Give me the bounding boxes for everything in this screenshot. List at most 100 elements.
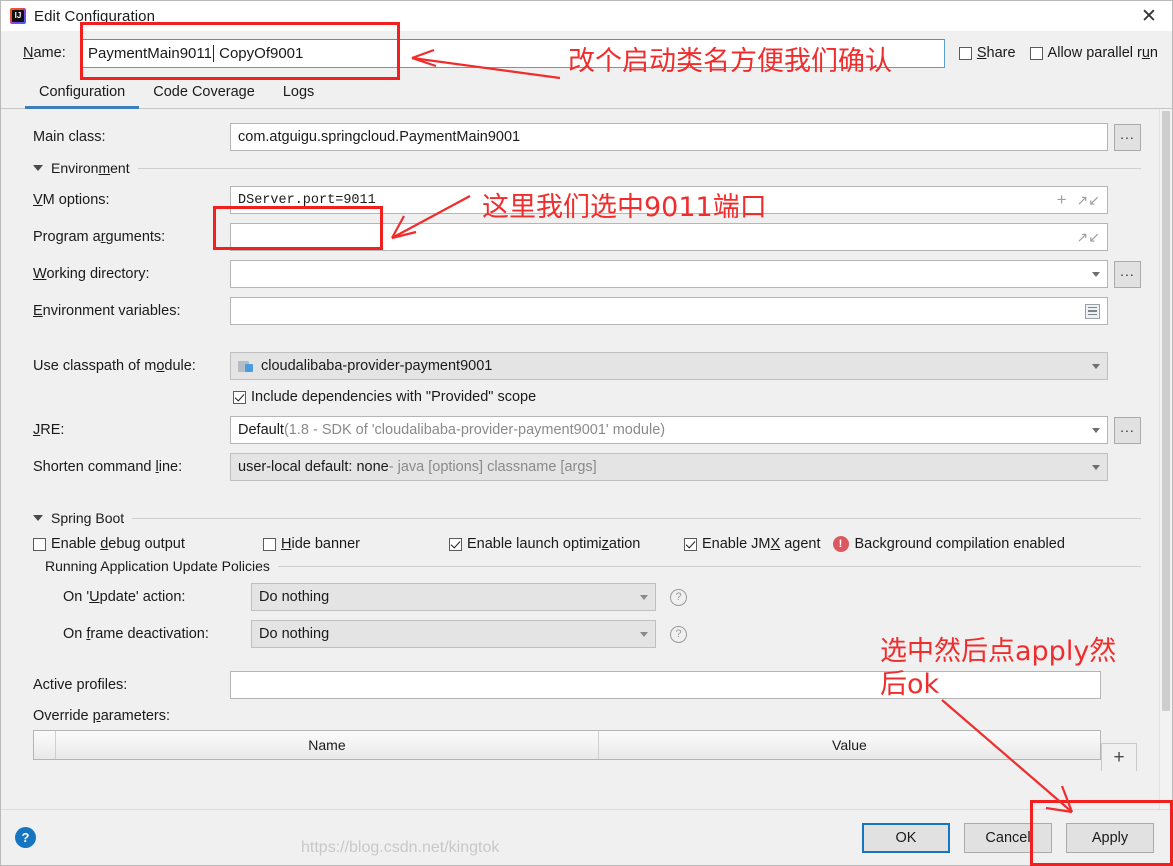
column-header-value: Value bbox=[598, 731, 1100, 759]
chevron-down-icon[interactable] bbox=[1092, 464, 1100, 470]
add-parameter-button[interactable]: + bbox=[1101, 743, 1137, 771]
vm-options-row: VM options: DServer.port=9011 + ↗↙ bbox=[33, 186, 1141, 214]
include-dependencies-label: Include dependencies with "Provided" sco… bbox=[251, 389, 537, 405]
classpath-field-icons bbox=[1084, 363, 1100, 369]
list-icon[interactable] bbox=[1085, 303, 1100, 319]
close-icon[interactable]: ✕ bbox=[1126, 1, 1172, 31]
chevron-down-icon[interactable] bbox=[1092, 363, 1100, 369]
on-frame-deactivation-label: On frame deactivation: bbox=[63, 626, 209, 642]
enable-jmx-agent-label: Enable JMX agent bbox=[702, 536, 821, 552]
hide-banner-checkbox[interactable]: Hide banner bbox=[263, 536, 449, 552]
chevron-down-icon[interactable] bbox=[1092, 427, 1100, 433]
spring-boot-section-header[interactable]: Spring Boot bbox=[33, 510, 1141, 526]
enable-debug-output-checkbox[interactable]: Enable debug output bbox=[33, 536, 263, 552]
enable-launch-optimization-checkbox[interactable]: Enable launch optimization bbox=[449, 536, 684, 552]
share-checkbox[interactable]: Share bbox=[958, 45, 1016, 61]
main-class-browse-button[interactable]: ... bbox=[1114, 123, 1141, 151]
name-label: Name: bbox=[23, 45, 66, 61]
separator-line bbox=[277, 565, 1141, 567]
allow-parallel-run-checkbox[interactable]: Allow parallel run bbox=[1029, 45, 1158, 61]
help-icon[interactable]: ? bbox=[15, 827, 36, 848]
watermark-text: https://blog.csdn.net/kingtok bbox=[301, 839, 500, 856]
background-compilation-label: Background compilation enabled bbox=[854, 536, 1065, 552]
program-arguments-field-icons: ↗↙ bbox=[1069, 229, 1100, 246]
active-profiles-input[interactable] bbox=[230, 671, 1101, 699]
help-icon[interactable]: ? bbox=[670, 588, 687, 606]
running-application-update-policies-group: Running Application Update Policies On '… bbox=[33, 558, 1141, 657]
plus-icon[interactable]: + bbox=[1057, 191, 1067, 208]
jre-value-detail: (1.8 - SDK of 'cloudalibaba-provider-pay… bbox=[283, 422, 666, 438]
checkbox-box bbox=[684, 537, 697, 551]
main-class-value: com.atguigu.springcloud.PaymentMain9001 bbox=[238, 129, 521, 145]
environment-variables-input[interactable] bbox=[230, 297, 1108, 325]
main-class-row: Main class: com.atguigu.springcloud.Paym… bbox=[33, 123, 1141, 151]
tab-bar: Configuration Code Coverage Logs bbox=[1, 75, 1172, 109]
tab-logs[interactable]: Logs bbox=[269, 84, 328, 108]
window-title: Edit Configuration bbox=[34, 7, 156, 25]
on-frame-deactivation-row: On frame deactivation: Do nothing ? bbox=[33, 620, 1141, 648]
override-parameters-label: Override parameters: bbox=[33, 708, 171, 724]
chevron-down-icon bbox=[33, 165, 43, 171]
name-row-options: Share Allow parallel run bbox=[958, 45, 1158, 61]
apply-button[interactable]: Apply bbox=[1066, 822, 1154, 853]
use-classpath-of-module-combobox[interactable]: cloudalibaba-provider-payment9001 bbox=[230, 352, 1108, 380]
jre-combobox[interactable]: Default (1.8 - SDK of 'cloudalibaba-prov… bbox=[230, 416, 1108, 444]
vm-options-value: DServer.port=9011 bbox=[238, 192, 376, 208]
shorten-command-line-value-detail: - java [options] classname [args] bbox=[388, 459, 597, 475]
program-arguments-input[interactable]: ↗↙ bbox=[230, 223, 1108, 251]
program-arguments-label: Program arguments: bbox=[33, 229, 166, 245]
spring-boot-checkbox-row: Enable debug output Hide banner Enable l… bbox=[33, 536, 1141, 552]
warning-icon: ! bbox=[832, 536, 849, 552]
working-directory-input[interactable] bbox=[230, 260, 1108, 288]
include-dependencies-checkbox[interactable]: Include dependencies with "Provided" sco… bbox=[233, 389, 536, 405]
edit-configuration-dialog: IJ Edit Configuration ✕ Name: PaymentMai… bbox=[0, 0, 1173, 866]
override-parameters-table: Name Value bbox=[33, 730, 1101, 760]
intellij-idea-logo-icon: IJ bbox=[10, 8, 26, 24]
working-directory-browse-button[interactable]: ... bbox=[1114, 260, 1141, 288]
on-update-action-combobox[interactable]: Do nothing bbox=[251, 583, 656, 611]
separator-line bbox=[137, 167, 1141, 169]
chevron-down-icon[interactable] bbox=[1092, 271, 1100, 277]
name-value-after-caret: CopyOf9001 bbox=[214, 44, 304, 62]
tab-configuration[interactable]: Configuration bbox=[25, 84, 140, 109]
on-update-action-value: Do nothing bbox=[259, 589, 330, 605]
checkbox-box bbox=[33, 537, 46, 551]
vertical-scrollbar[interactable] bbox=[1159, 109, 1172, 809]
checkbox-box bbox=[263, 537, 276, 551]
footer-buttons: OK Cancel Apply bbox=[862, 822, 1154, 853]
scrollbar-thumb[interactable] bbox=[1162, 111, 1170, 711]
column-header-name: Name bbox=[56, 731, 599, 759]
shorten-field-icons bbox=[1084, 464, 1100, 470]
main-class-input[interactable]: com.atguigu.springcloud.PaymentMain9001 bbox=[230, 123, 1108, 151]
cancel-button[interactable]: Cancel bbox=[964, 822, 1052, 853]
vm-options-input[interactable]: DServer.port=9011 + ↗↙ bbox=[230, 186, 1108, 214]
enable-jmx-agent-checkbox[interactable]: Enable JMX agent bbox=[684, 536, 821, 552]
name-row: Name: PaymentMain9011 CopyOf9001 Share A… bbox=[1, 31, 1172, 75]
tab-code-coverage[interactable]: Code Coverage bbox=[139, 84, 269, 108]
expand-icon[interactable]: ↗↙ bbox=[1077, 192, 1100, 209]
shorten-command-line-label: Shorten command line: bbox=[33, 459, 183, 475]
on-update-action-label: On 'Update' action: bbox=[63, 589, 186, 605]
working-directory-label: Working directory: bbox=[33, 266, 150, 282]
use-classpath-of-module-row: Use classpath of module: cloudalibaba-pr… bbox=[33, 352, 1141, 380]
jre-value: Default bbox=[238, 422, 284, 438]
dialog-footer: ? https://blog.csdn.net/kingtok OK Cance… bbox=[1, 809, 1172, 865]
chevron-down-icon bbox=[640, 631, 648, 637]
on-update-action-row: On 'Update' action: Do nothing ? bbox=[33, 583, 1141, 611]
shorten-command-line-combobox[interactable]: user-local default: none - java [options… bbox=[230, 453, 1108, 481]
jre-browse-button[interactable]: ... bbox=[1114, 416, 1141, 444]
program-arguments-row: Program arguments: ↗↙ bbox=[33, 223, 1141, 251]
active-profiles-label: Active profiles: bbox=[33, 677, 128, 693]
environment-variables-label: Environment variables: bbox=[33, 303, 181, 319]
update-policies-header: Running Application Update Policies bbox=[33, 558, 1141, 574]
environment-section-header[interactable]: Environment bbox=[33, 160, 1141, 176]
ok-button[interactable]: OK bbox=[862, 822, 950, 853]
name-input[interactable]: PaymentMain9011 CopyOf9001 bbox=[81, 38, 945, 68]
working-directory-field-icons bbox=[1084, 271, 1100, 277]
on-frame-deactivation-combobox[interactable]: Do nothing bbox=[251, 620, 656, 648]
expand-icon[interactable]: ↗↙ bbox=[1077, 229, 1100, 246]
help-icon[interactable]: ? bbox=[670, 625, 687, 643]
checkbox-box bbox=[958, 46, 972, 60]
include-dependencies-row: Include dependencies with "Provided" sco… bbox=[233, 389, 1141, 405]
main-class-label: Main class: bbox=[33, 129, 106, 145]
